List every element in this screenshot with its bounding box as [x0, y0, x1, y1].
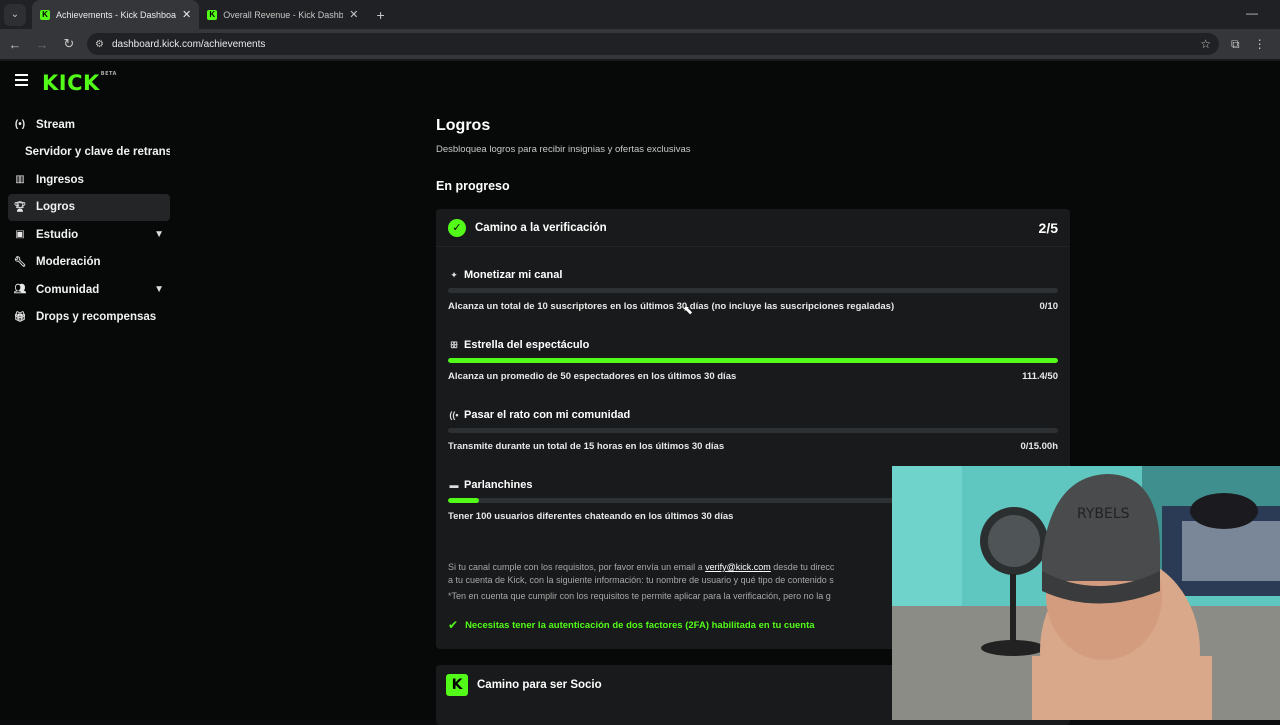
- chevron-down-icon[interactable]: ▼: [154, 284, 164, 295]
- wrench-icon: 🔧︎: [13, 256, 27, 268]
- sparkle-icon: ✦: [450, 269, 458, 280]
- achievement-item: ꕥ Estrella del espectáculo Alcanza un pro…: [448, 338, 1058, 382]
- studio-icon: ▣: [15, 229, 25, 241]
- twofa-requirement: ✔ Necesitas tener la autenticación de do…: [448, 618, 815, 632]
- tab-title: Overall Revenue - Kick Dashboar: [223, 9, 344, 20]
- progress-bar: [448, 288, 1058, 293]
- kick-favicon-icon: K: [40, 9, 50, 20]
- sidebar-item-label: Estudio: [36, 228, 79, 241]
- achievement-value: 0/15.00h: [1020, 441, 1059, 452]
- achievement-desc: Alcanza un total de 10 suscriptores en l…: [448, 301, 895, 312]
- browser-tab-achievements[interactable]: K Achievements - Kick Dashboard ✕: [32, 0, 200, 29]
- sidebar-item-logros[interactable]: 🏆︎ Logros: [8, 193, 170, 221]
- note-text: desde tu direcc: [770, 562, 835, 572]
- broadcast-icon: (•): [14, 119, 26, 131]
- card-title: Camino para ser Socio: [477, 679, 602, 691]
- sidebar-item-label: Logros: [36, 201, 75, 214]
- browser-menu-icon[interactable]: ⋮: [1254, 37, 1266, 51]
- tab-search-button[interactable]: ⌄: [4, 3, 26, 26]
- sidebar-item-label: Ingresos: [36, 173, 84, 186]
- kick-k-icon: K: [446, 674, 468, 696]
- webcam-image: RYBELS: [892, 466, 1280, 720]
- chat-icon: ▬: [449, 480, 459, 490]
- minimize-window-icon[interactable]: —: [1246, 6, 1258, 20]
- achievement-title: Parlanchines: [464, 479, 533, 491]
- note-text: Si tu canal cumple con los requisitos, p…: [448, 562, 706, 572]
- browser-toolbar: ← → ↻ ⚙ dashboard.kick.com/achievements …: [0, 29, 1280, 59]
- verified-badge-icon: ✓: [448, 218, 466, 237]
- sidebar-item-label: Drops y recompensas: [36, 311, 157, 324]
- sidebar: (•) Stream Servidor y clave de retransm …: [8, 111, 170, 331]
- tab-close-icon[interactable]: ✕: [182, 8, 191, 21]
- forward-arrow-icon[interactable]: →: [30, 37, 54, 52]
- hamburger-menu-icon[interactable]: [15, 74, 28, 89]
- card-title: Camino a la verificación: [475, 221, 607, 234]
- achievement-title: Estrella del espectáculo: [464, 339, 590, 351]
- bookmark-star-icon[interactable]: ☆: [1200, 37, 1211, 51]
- card-progress-count: 2/5: [1038, 219, 1058, 236]
- progress-bar: [448, 358, 1058, 363]
- extensions-icon[interactable]: ⧉: [1231, 37, 1240, 52]
- viewers-icon: ꕥ: [449, 339, 459, 350]
- achievement-desc: Alcanza un promedio de 50 espectadores e…: [448, 371, 737, 382]
- progress-fill: [448, 358, 1058, 363]
- tab-title: Achievements - Kick Dashboard: [56, 9, 176, 20]
- achievement-desc: Transmite durante un total de 15 horas e…: [448, 441, 725, 452]
- back-arrow-icon[interactable]: ←: [3, 37, 27, 52]
- checkmark-icon: ✔: [448, 618, 459, 632]
- sidebar-item-label: Servidor y clave de retransm: [25, 146, 170, 159]
- card-header[interactable]: ✓ Camino a la verificación 2/5: [436, 209, 1070, 247]
- logo-text: KICK: [42, 71, 100, 95]
- achievement-title: Monetizar mi canal: [464, 269, 563, 281]
- verify-email-link[interactable]: verify@kick.com: [705, 562, 771, 572]
- mouse-cursor-icon: ⬉: [683, 303, 694, 317]
- kick-favicon-icon: K: [207, 9, 218, 20]
- tab-close-icon[interactable]: ✕: [349, 8, 358, 21]
- achievement-item: ✦ Monetizar mi canal Alcanza un total de …: [448, 268, 1058, 312]
- broadcast-icon: ((•: [449, 410, 459, 420]
- beta-badge: BETA: [100, 71, 117, 77]
- page-subtitle: Desbloquea logros para recibir insignias…: [436, 144, 691, 155]
- svg-text:RYBELS: RYBELS: [1077, 506, 1130, 522]
- sidebar-item-moderacion[interactable]: 🔧︎ Moderación: [8, 249, 170, 277]
- sidebar-item-server-key[interactable]: Servidor y clave de retransm: [8, 139, 170, 167]
- sidebar-item-stream[interactable]: (•) Stream: [8, 111, 170, 139]
- users-icon: 👥︎: [13, 284, 27, 296]
- sidebar-item-ingresos[interactable]: ▥ Ingresos: [8, 166, 170, 194]
- sidebar-item-estudio[interactable]: ▣ Estudio ▼: [8, 221, 170, 249]
- page-title: Logros: [436, 117, 491, 134]
- sidebar-item-label: Stream: [36, 118, 75, 131]
- chart-icon: ▥: [15, 174, 25, 186]
- new-tab-button[interactable]: +: [376, 7, 384, 23]
- sidebar-item-label: Comunidad: [36, 283, 100, 296]
- achievement-value: 111.4/50: [1022, 371, 1058, 382]
- url-text: dashboard.kick.com/achievements: [111, 38, 266, 50]
- achievement-desc: Tener 100 usuarios diferentes chateando …: [448, 511, 734, 522]
- twofa-text: Necesitas tener la autenticación de dos …: [465, 619, 815, 631]
- browser-tab-strip: ⌄ K Achievements - Kick Dashboard ✕ K Ov…: [0, 0, 1280, 29]
- site-info-icon[interactable]: ⚙: [95, 39, 104, 50]
- achievement-title: Pasar el rato con mi comunidad: [464, 409, 631, 421]
- sidebar-item-label: Moderación: [36, 256, 101, 269]
- webcam-overlay: RYBELS: [892, 466, 1280, 720]
- gift-icon: 🎁︎: [13, 311, 27, 323]
- address-bar[interactable]: ⚙ dashboard.kick.com/achievements ☆: [87, 33, 1219, 55]
- section-title: En progreso: [436, 179, 510, 193]
- sidebar-item-drops[interactable]: 🎁︎ Drops y recompensas: [8, 304, 170, 332]
- achievement-value: 0/10: [1039, 301, 1059, 312]
- progress-fill: [448, 498, 479, 503]
- chevron-down-icon[interactable]: ▼: [154, 229, 164, 240]
- kick-logo[interactable]: KICKBETA: [42, 71, 117, 95]
- browser-tab-revenue[interactable]: K Overall Revenue - Kick Dashboar ✕: [199, 0, 366, 29]
- progress-bar: [448, 428, 1058, 433]
- sidebar-item-comunidad[interactable]: 👥︎ Comunidad ▼: [8, 276, 170, 304]
- achievement-item: ((• Pasar el rato con mi comunidad Transm…: [448, 408, 1058, 452]
- trophy-icon: 🏆︎: [13, 201, 27, 213]
- reload-icon[interactable]: ↻: [57, 36, 81, 52]
